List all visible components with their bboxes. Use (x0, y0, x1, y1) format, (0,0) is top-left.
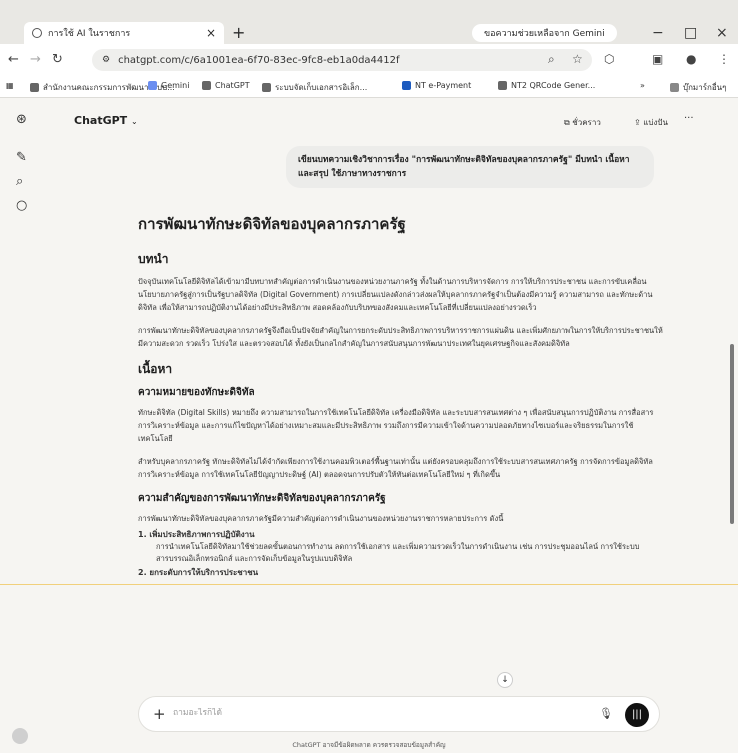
list-item-detail: การนำเทคโนโลยีดิจิทัลมาใช้ช่วยลดขั้นตอนก… (156, 542, 640, 563)
new-tab-button[interactable]: + (232, 22, 245, 44)
bookmark-item[interactable]: ระบบจัดเก็บเอกสารอิเล็ก... (262, 81, 367, 94)
menu-kebab-icon[interactable]: ⋮ (718, 52, 730, 66)
intro-paragraph: การพัฒนาทักษะดิจิทัลของบุคลากรภาครัฐจึงถ… (138, 326, 663, 348)
disclaimer: ChatGPT อาจมีข้อผิดพลาด ควรตรวจสอบข้อมูล… (292, 741, 446, 749)
reload-icon[interactable]: ↻ (52, 52, 63, 67)
gemini-pill-label: ขอความช่วยเหลือจาก Gemini (484, 29, 605, 39)
other-bookmarks[interactable]: บุ๊กมาร์กอื่นๆ (670, 81, 726, 94)
intro-paragraph: ปัจจุบันเทคโนโลยีดิจิทัลได้เข้ามามีบทบาท… (138, 277, 653, 312)
share-icon: ⇪ (634, 118, 644, 127)
more-options-icon[interactable]: ··· (684, 113, 694, 124)
chat-header: ChatGPT ⌄ ⧉ ชั่วคราว ⇪ แบ่งปัน ··· (44, 98, 738, 136)
search-chats-icon[interactable]: ⌕ (16, 174, 23, 189)
bookmark-favicon-icon (402, 81, 411, 90)
meaning-paragraph: สำหรับบุคลากรภาครัฐ ทักษะดิจิทัลไม่ได้จำ… (138, 457, 653, 479)
library-icon[interactable]: ○ (16, 198, 27, 213)
maximize-icon[interactable]: □ (684, 22, 697, 44)
chatgpt-sidebar: ⊛ ✎ ⌕ ○ (0, 98, 44, 753)
bookmark-favicon-icon (498, 81, 507, 90)
bookmarks-bar: ▦ สำนักงานคณะกรรมการพัฒนาระบบ... Gemini … (0, 76, 738, 98)
intro-heading: บทนำ (138, 252, 169, 266)
composer: + 🎙 ||| (138, 696, 660, 732)
chevron-down-icon: ⌄ (131, 117, 138, 126)
scroll-down-button[interactable]: ↓ (497, 672, 513, 688)
close-tab-icon[interactable]: × (206, 26, 216, 40)
bookmark-favicon-icon (30, 83, 39, 92)
model-selector[interactable]: ChatGPT ⌄ (74, 114, 138, 127)
minimize-icon[interactable]: − (652, 22, 664, 44)
search-icon[interactable]: ⌕ (548, 52, 555, 67)
profile-icon[interactable]: ● (686, 52, 696, 66)
assistant-response: การพัฒนาทักษะดิจิทัลของบุคลากรภาครัฐ บทน… (138, 212, 663, 581)
bookmark-star-icon[interactable]: ☆ (572, 52, 583, 66)
importance-paragraph: การพัฒนาทักษะดิจิทัลของบุคลากรภาครัฐมีคว… (138, 514, 504, 523)
gemini-help-button[interactable]: ขอความช่วยเหลือจาก Gemini (472, 24, 617, 42)
bookmark-item[interactable]: NT2 QRCode Gener... (498, 81, 595, 90)
bookmark-favicon-icon (262, 83, 271, 92)
list-item: 1. เพิ่มประสิทธิภาพการปฏิบัติงาน การนำเท… (138, 529, 663, 565)
meaning-heading: ความหมายของทักษะดิจิทัล (138, 387, 255, 398)
sidepanel-icon[interactable]: ▣ (652, 52, 663, 66)
microphone-icon[interactable]: 🎙 (599, 707, 613, 720)
importance-heading: ความสำคัญของการพัฒนาทักษะดิจิทัลของบุคลา… (138, 493, 386, 504)
openai-logo-icon[interactable]: ⊛ (16, 112, 27, 127)
divider (0, 584, 738, 585)
new-chat-icon[interactable]: ✎ (16, 150, 27, 165)
meaning-paragraph: ทักษะดิจิทัล (Digital Skills) หมายถึง คว… (138, 408, 654, 443)
voice-mode-button[interactable]: ||| (625, 703, 649, 727)
temporary-chat-button[interactable]: ⧉ ชั่วคราว (564, 116, 601, 129)
forward-icon[interactable]: → (30, 52, 41, 67)
site-info-icon[interactable]: ⚙ (102, 55, 110, 65)
user-message: เขียนบทความเชิงวิชาการเรื่อง "การพัฒนาทั… (286, 146, 654, 188)
share-button[interactable]: ⇪ แบ่งปัน (634, 116, 668, 129)
folder-icon (670, 83, 679, 92)
url-text: chatgpt.com/c/6a1001ea-6f70-83ec-9fc8-eb… (118, 54, 400, 66)
address-bar[interactable]: ⚙ chatgpt.com/c/6a1001ea-6f70-83ec-9fc8-… (92, 49, 592, 71)
back-icon[interactable]: ← (8, 52, 19, 67)
list-item: 2. ยกระดับการให้บริการประชาชน (138, 568, 259, 577)
prompt-input[interactable] (173, 708, 533, 718)
scrollbar[interactable] (730, 344, 734, 524)
body-heading: เนื้อหา (138, 362, 173, 376)
tab-title: การใช้ AI ในราชการ (48, 29, 131, 39)
chatgpt-icon (202, 81, 211, 90)
gemini-icon (148, 81, 157, 90)
browser-tab[interactable]: การใช้ AI ในราชการ × (24, 22, 224, 44)
browser-toolbar: ← → ↻ ⚙ chatgpt.com/c/6a1001ea-6f70-83ec… (0, 44, 738, 76)
close-window-icon[interactable]: × (716, 22, 728, 44)
attach-plus-icon[interactable]: + (153, 705, 166, 723)
extension-icon[interactable]: ⬡ (604, 52, 614, 66)
chatgpt-favicon-icon (32, 28, 42, 38)
article-title: การพัฒนาทักษะดิจิทัลของบุคลากรภาครัฐ (138, 215, 406, 233)
browser-tab-strip: การใช้ AI ในราชการ × + ขอความช่วยเหลือจา… (0, 0, 738, 44)
apps-grid-icon[interactable]: ▦ (6, 81, 14, 90)
bookmark-item[interactable]: NT e-Payment (402, 81, 471, 90)
more-bookmarks-button[interactable]: » (640, 81, 645, 90)
bookmark-item[interactable]: ChatGPT (202, 81, 250, 90)
bookmark-item[interactable]: Gemini (148, 81, 189, 90)
importance-list: 1. เพิ่มประสิทธิภาพการปฏิบัติงาน การนำเท… (138, 529, 663, 579)
